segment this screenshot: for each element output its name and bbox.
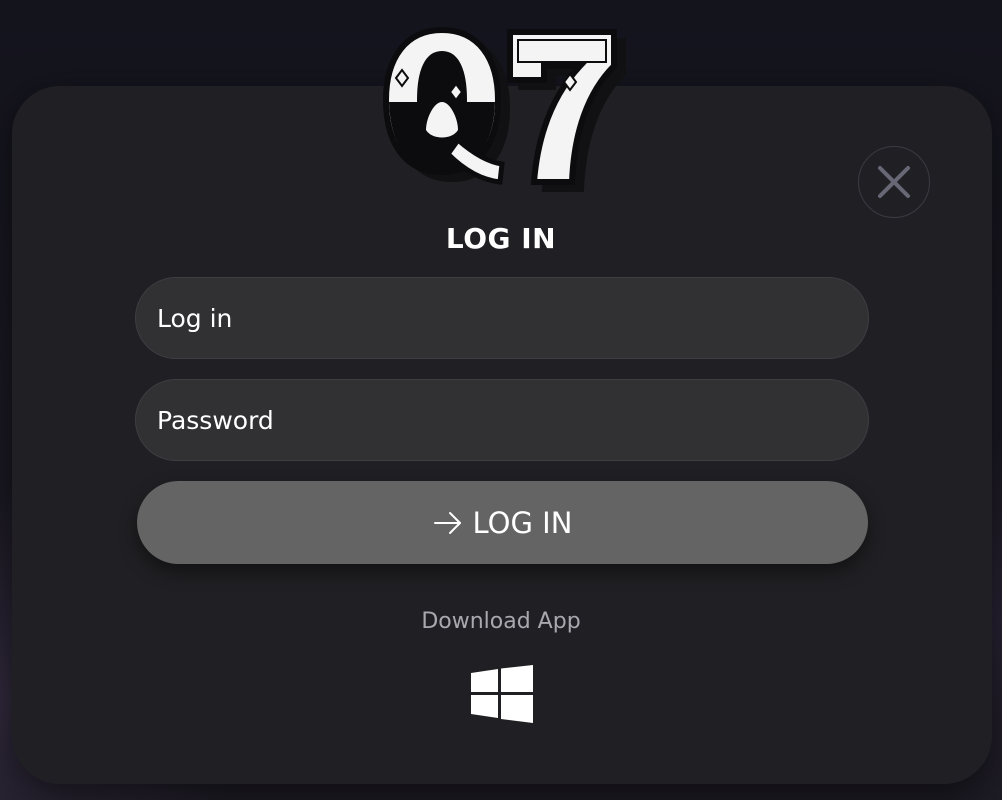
arrow-right-icon <box>433 511 463 535</box>
login-button[interactable]: LOG IN <box>137 481 868 564</box>
q7-logo <box>382 26 626 192</box>
modal-title: LOG IN <box>445 222 557 255</box>
password-input[interactable] <box>135 379 869 461</box>
download-app-label: Download App <box>421 609 581 634</box>
close-icon <box>878 166 910 198</box>
windows-icon[interactable] <box>471 665 533 723</box>
login-input[interactable] <box>135 277 869 359</box>
login-button-label: LOG IN <box>472 505 573 540</box>
close-button[interactable] <box>858 146 930 218</box>
